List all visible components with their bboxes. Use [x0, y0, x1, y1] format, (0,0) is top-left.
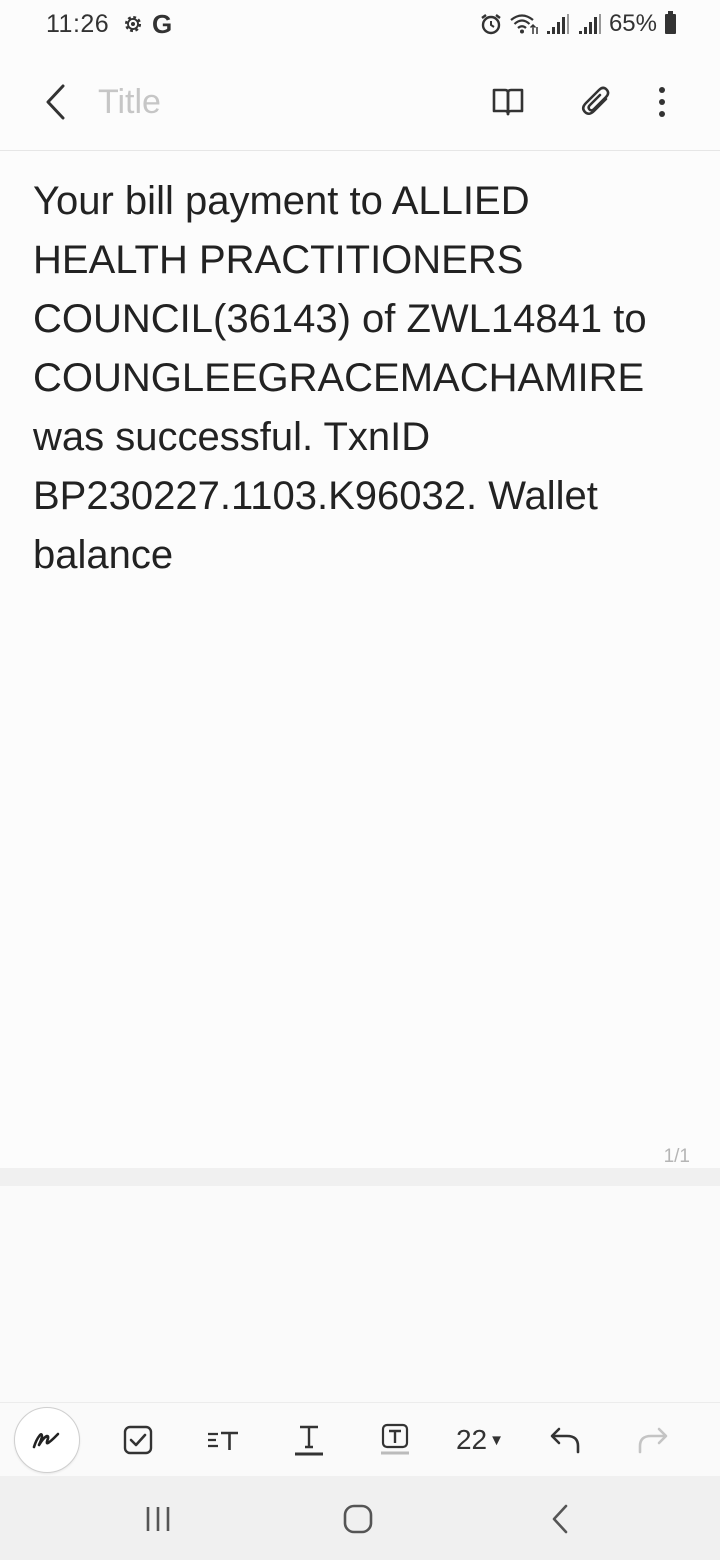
attach-button[interactable] [572, 78, 620, 126]
battery-percent: 65% [608, 10, 657, 37]
undo-button[interactable] [546, 1417, 586, 1463]
recent-apps-icon [146, 1507, 170, 1531]
checkbox-button[interactable] [118, 1417, 158, 1463]
signal-icon [578, 14, 601, 34]
page-divider [0, 1168, 720, 1186]
note-body-text[interactable]: Your bill payment to ALLIED HEALTH PRACT… [33, 172, 683, 585]
alarm-icon [481, 14, 501, 35]
redo-button[interactable] [632, 1417, 672, 1463]
home-button[interactable] [328, 1496, 388, 1542]
reading-mode-button[interactable] [484, 78, 532, 126]
home-icon [343, 1504, 373, 1534]
back-icon [46, 84, 65, 120]
page-indicator: 1/1 [663, 1146, 690, 1167]
status-icons: 65% [479, 10, 676, 38]
battery-icon [665, 11, 676, 34]
status-bar: 11:26 G 65% [0, 0, 720, 52]
recent-apps-button[interactable] [128, 1496, 188, 1542]
checkbox-icon [123, 1425, 153, 1455]
text-style-icon [295, 1425, 323, 1456]
title-bar [0, 52, 720, 151]
more-button[interactable] [638, 78, 686, 126]
pen-icon [32, 1432, 60, 1449]
title-input[interactable] [98, 80, 438, 124]
formatting-toolbar: 22 ▼ [0, 1402, 720, 1477]
attach-icon [582, 86, 610, 115]
undo-icon [550, 1427, 580, 1454]
back-button[interactable] [30, 74, 80, 130]
more-icon [659, 87, 665, 117]
navigation-bar [0, 1476, 720, 1560]
chevron-down-icon: ▼ [489, 1431, 504, 1449]
reading-mode-icon [492, 88, 524, 116]
font-size-dropdown[interactable]: 22 ▼ [448, 1417, 512, 1463]
settings-icon [124, 15, 142, 33]
pen-button[interactable] [14, 1407, 80, 1473]
paragraph-style-button[interactable] [203, 1417, 243, 1463]
redo-icon [638, 1427, 668, 1454]
text-background-button[interactable] [375, 1417, 415, 1463]
signal-icon [546, 14, 569, 34]
system-back-button[interactable] [530, 1496, 590, 1542]
paragraph-style-icon [208, 1431, 238, 1450]
next-page-area[interactable] [0, 1186, 720, 1402]
text-style-button[interactable] [289, 1417, 329, 1463]
status-time: 11:26 [46, 10, 110, 38]
google-icon: G [152, 9, 173, 39]
back-icon [552, 1504, 568, 1534]
text-background-icon [381, 1423, 409, 1455]
wifi-icon [510, 14, 538, 34]
font-size-value: 22 [455, 1424, 488, 1455]
